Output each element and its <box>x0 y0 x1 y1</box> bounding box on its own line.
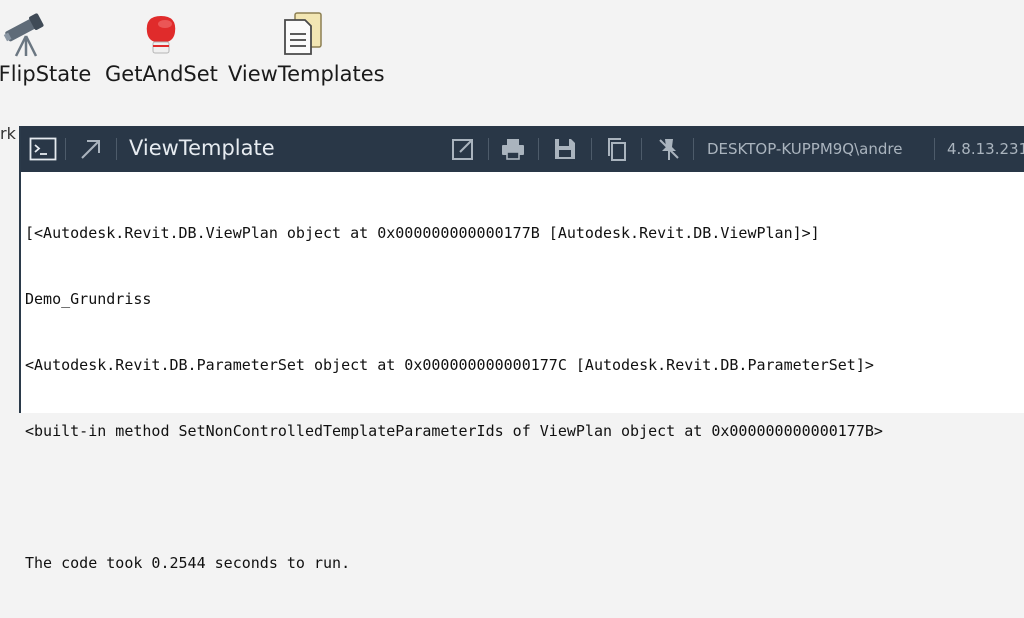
ribbon-button-label: GetAndSet <box>105 62 218 86</box>
toolbar-separator <box>488 138 489 160</box>
ribbon-button-getandset[interactable]: GetAndSet <box>104 10 222 94</box>
output-line: <built-in method SetNonControlledTemplat… <box>25 422 883 440</box>
telescope-icon <box>2 10 50 58</box>
panel-label-fragment: rk <box>0 124 16 143</box>
ribbon-button-viewtemplates[interactable]: ViewTemplates <box>228 10 388 94</box>
output-line: The code took 0.2544 seconds to run. <box>25 554 351 572</box>
copy-icon[interactable] <box>603 135 631 163</box>
toolbar-separator <box>641 138 642 160</box>
output-line: Demo_Grundriss <box>25 290 152 308</box>
toolbar-separator <box>538 138 539 160</box>
output-window: ViewTemplate DESKTOP-KUPPM9Q\andre 4.8.1… <box>19 126 1024 572</box>
output-line: <Autodesk.Revit.DB.ParameterSet object a… <box>25 356 874 374</box>
toolbar-separator <box>693 138 694 160</box>
toolbar-separator <box>934 138 935 160</box>
unpin-icon[interactable] <box>655 135 683 163</box>
toolbar-separator <box>591 138 592 160</box>
toolbar-separator <box>65 138 66 160</box>
ribbon-button-label: rFlipState <box>0 62 92 86</box>
version-label: 4.8.13.231 <box>947 140 1024 158</box>
open-external-icon[interactable] <box>449 135 477 163</box>
expand-arrow-icon[interactable] <box>77 135 105 163</box>
window-titlebar[interactable]: ViewTemplate DESKTOP-KUPPM9Q\andre 4.8.1… <box>21 126 1024 172</box>
window-title: ViewTemplate <box>129 136 275 160</box>
toolbar-separator <box>116 138 117 160</box>
user-label: DESKTOP-KUPPM9Q\andre <box>707 140 903 158</box>
console-icon <box>29 135 57 163</box>
print-icon[interactable] <box>499 135 527 163</box>
output-line: [<Autodesk.Revit.DB.ViewPlan object at 0… <box>25 224 820 242</box>
save-icon[interactable] <box>551 135 579 163</box>
boxing-glove-icon <box>137 10 185 58</box>
ribbon-button-flipstate[interactable]: rFlipState <box>0 10 100 94</box>
documents-icon <box>279 10 327 58</box>
ribbon: rFlipState GetAndSet ViewTemplates <box>0 0 1024 126</box>
output-console[interactable]: [<Autodesk.Revit.DB.ViewPlan object at 0… <box>25 178 1024 618</box>
ribbon-button-label: ViewTemplates <box>228 62 385 86</box>
